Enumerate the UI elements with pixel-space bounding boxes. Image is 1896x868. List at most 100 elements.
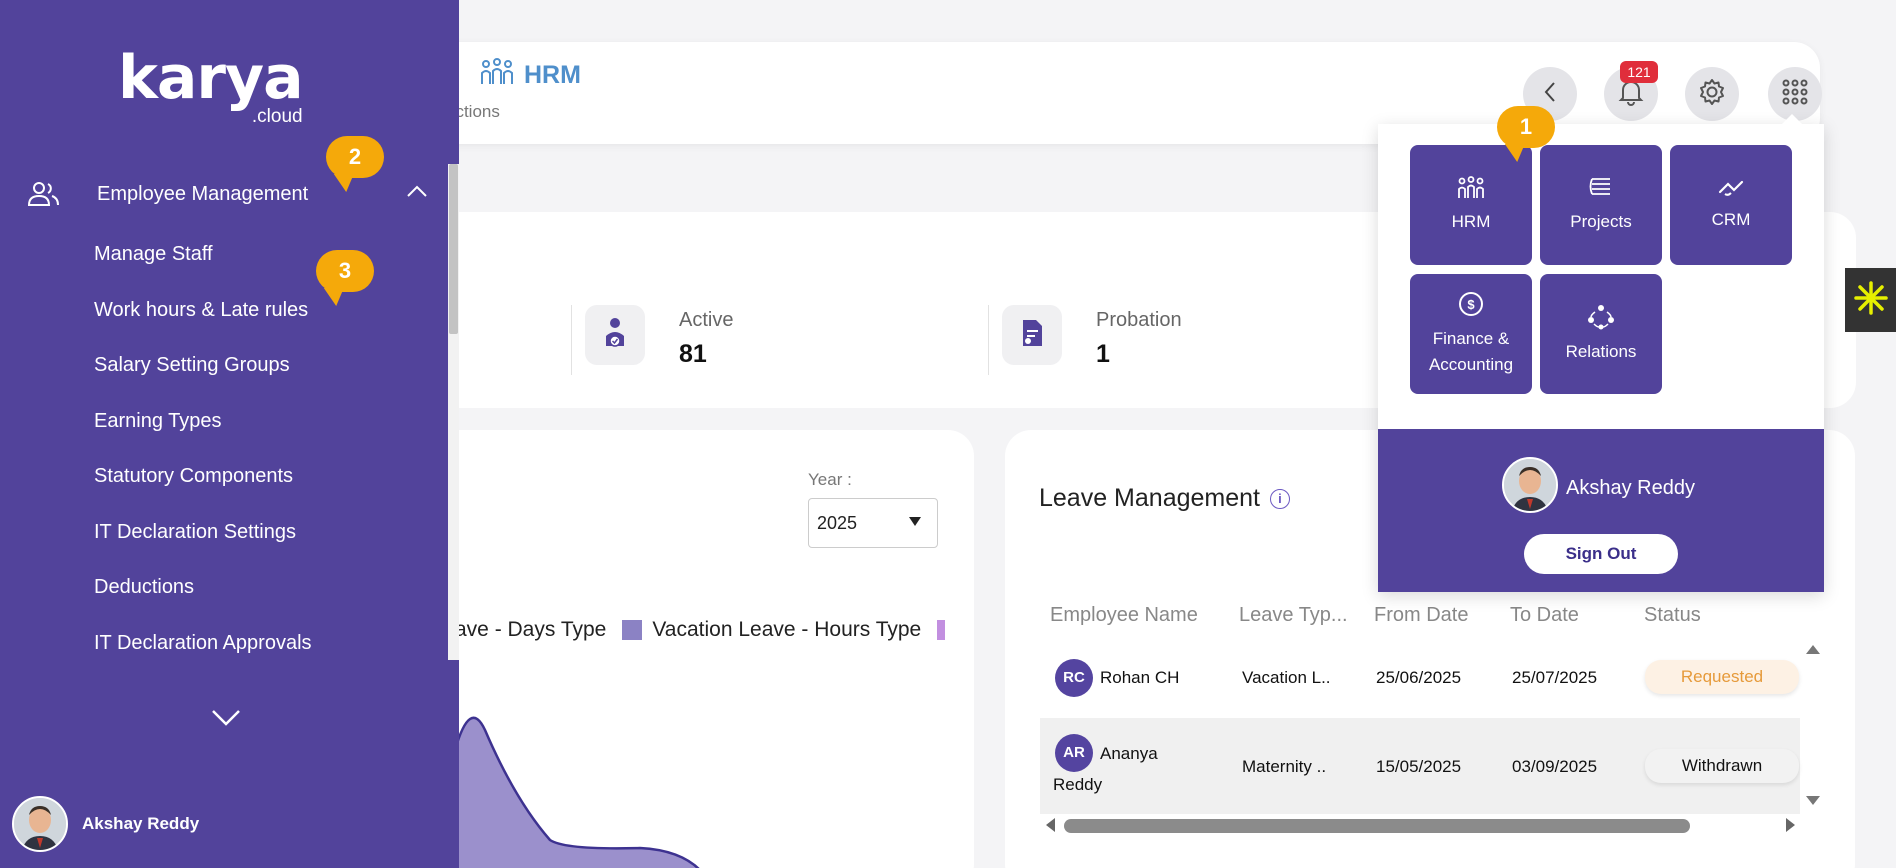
svg-text:$: $ (1467, 297, 1475, 312)
sidebar-scrollbar[interactable] (448, 164, 459, 660)
active-stat-label: Active (679, 309, 734, 331)
gear-icon (1698, 78, 1726, 111)
status-badge-requested[interactable]: Requested (1645, 660, 1799, 694)
sidebar-item-it-declaration-approvals[interactable]: IT Declaration Approvals (94, 621, 312, 677)
legend-swatch-next (937, 620, 946, 640)
active-stat-icon-box (585, 305, 645, 365)
horizontal-scrollbar[interactable] (1064, 819, 1690, 833)
sidebar-user-name: Akshay Reddy (82, 814, 200, 833)
from-date: 25/06/2025 (1376, 668, 1462, 687)
sidebar-item-earning-types[interactable]: Earning Types (94, 399, 312, 455)
dollar-icon: $ (1458, 291, 1484, 322)
callout-marker-2: 2 (326, 136, 384, 178)
scroll-down-arrow[interactable] (1806, 796, 1820, 805)
avatar-initials: RC (1055, 659, 1093, 697)
leave-management-title: Leave Management i (1039, 484, 1290, 513)
col-status[interactable]: Status (1644, 604, 1701, 627)
year-select[interactable]: 2025 (808, 498, 938, 548)
sidebar: karya .cloud Employee Management Manage … (0, 0, 459, 868)
chart-legend: ave - Days Type Vacation Leave - Hours T… (455, 618, 946, 642)
col-to-date[interactable]: To Date (1510, 604, 1579, 627)
year-filter-label: Year : (808, 470, 852, 489)
app-tile-relations[interactable]: Relations (1540, 274, 1662, 394)
module-title: HRM (480, 58, 581, 93)
leave-type: Maternity .. (1242, 757, 1327, 776)
app-tile-hrm[interactable]: HRM (1410, 145, 1532, 265)
scroll-up-arrow[interactable] (1806, 645, 1820, 654)
sidebar-item-statutory[interactable]: Statutory Components (94, 454, 312, 510)
avatar (12, 796, 68, 852)
sidebar-user[interactable]: Akshay Reddy (12, 796, 199, 852)
hrm-title-text: HRM (524, 61, 581, 89)
logo-sub-text: .cloud (251, 106, 303, 127)
callout-marker-1: 1 (1497, 106, 1555, 148)
tile-label: Projects (1570, 211, 1632, 231)
app-tile-projects[interactable]: Projects (1540, 145, 1662, 265)
sign-out-button[interactable]: Sign Out (1524, 534, 1678, 574)
hrm-people-icon (480, 58, 514, 93)
scroll-right-arrow[interactable] (1786, 818, 1795, 832)
status-badge-withdrawn[interactable]: Withdrawn (1645, 749, 1799, 783)
app-tile-finance[interactable]: $ Finance & Accounting (1410, 274, 1532, 394)
side-widget-button[interactable] (1845, 268, 1896, 332)
probation-stat-icon-box (1002, 305, 1062, 365)
stat-divider (988, 305, 989, 375)
chevron-left-icon (1542, 81, 1558, 108)
network-icon (1587, 304, 1615, 335)
employee-name: Ananya (1100, 744, 1158, 763)
employee-name-line2: Reddy (1053, 775, 1103, 794)
app-tile-crm[interactable]: CRM (1670, 145, 1792, 265)
sidebar-item-deductions[interactable]: Deductions (94, 565, 312, 621)
avatar-initials: AR (1055, 734, 1093, 772)
notification-count-badge: 121 (1620, 61, 1658, 83)
info-icon[interactable]: i (1269, 488, 1290, 509)
leave-type: Vacation L.. (1242, 668, 1331, 687)
caret-down-icon (909, 517, 921, 526)
sidebar-scroll-thumb[interactable] (449, 164, 458, 334)
karya-logo[interactable]: karya .cloud (118, 43, 304, 127)
logo-main-text: karya (118, 43, 304, 113)
year-select-value: 2025 (817, 513, 858, 533)
sidebar-item-manage-staff[interactable]: Manage Staff (94, 232, 312, 288)
probation-stat-value: 1 (1096, 340, 1110, 368)
stat-divider (571, 305, 572, 375)
sidebar-item-salary-groups[interactable]: Salary Setting Groups (94, 343, 312, 399)
document-icon (1019, 318, 1045, 353)
employee-name: Rohan CH (1100, 668, 1180, 687)
asterisk-icon (1853, 280, 1889, 321)
grid-icon (1781, 78, 1809, 111)
sidebar-item-work-hours[interactable]: Work hours & Late rules (94, 288, 312, 344)
legend-item-hours: Vacation Leave - Hours Type (652, 618, 922, 641)
avatar (1502, 457, 1558, 513)
tile-label: CRM (1711, 209, 1751, 229)
active-stat-value: 81 (679, 340, 707, 368)
tile-label: Finance & Accounting (1428, 328, 1514, 374)
col-leave-type[interactable]: Leave Typ... (1239, 604, 1348, 627)
apps-grid-button[interactable] (1768, 67, 1822, 121)
from-date: 15/05/2025 (1376, 757, 1462, 776)
chevron-up-icon (406, 184, 428, 203)
apps-user-name: Akshay Reddy (1566, 477, 1695, 499)
apps-user-block: Akshay Reddy Sign Out (1378, 429, 1824, 592)
col-employee-name[interactable]: Employee Name (1050, 604, 1198, 627)
layers-icon (1588, 176, 1614, 205)
to-date: 03/09/2025 (1512, 757, 1598, 776)
tile-label: HRM (1451, 211, 1491, 231)
settings-button[interactable] (1685, 67, 1739, 121)
callout-marker-3: 3 (316, 250, 374, 292)
apps-dropdown: HRM Projects CRM $ Finance & Accounting … (1378, 114, 1824, 592)
legend-swatch-hours (622, 620, 643, 640)
sidebar-item-it-declaration-settings[interactable]: IT Declaration Settings (94, 510, 312, 566)
handshake-icon (1717, 178, 1745, 203)
to-date: 25/07/2025 (1512, 668, 1598, 687)
sidebar-scroll-down-button[interactable] (210, 708, 242, 733)
sidebar-section-employee-management[interactable]: Employee Management (27, 172, 428, 216)
sidebar-submenu: Manage Staff Work hours & Late rules Sal… (94, 232, 312, 676)
scroll-left-arrow[interactable] (1046, 818, 1055, 832)
people-icon (1457, 175, 1485, 205)
leave-title-text: Leave Management (1039, 484, 1260, 512)
person-check-icon (603, 316, 627, 355)
col-from-date[interactable]: From Date (1374, 604, 1468, 627)
tile-label: Relations (1565, 341, 1637, 361)
chevron-down-icon (210, 710, 242, 732)
